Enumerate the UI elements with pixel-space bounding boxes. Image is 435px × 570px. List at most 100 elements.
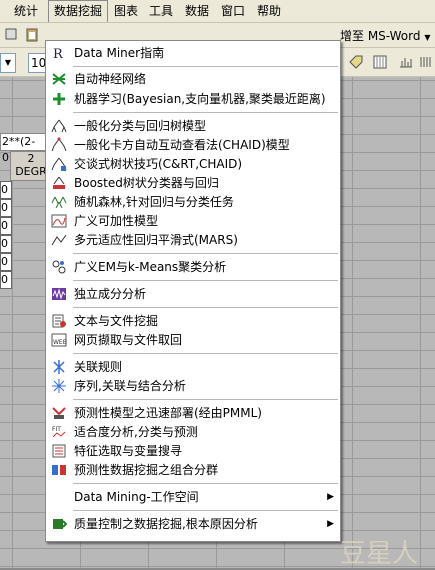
menu-item-label: 一般化卡方自动互动查看法(CHAID)模型 <box>74 138 290 152</box>
menu-item-label: Data Miner指南 <box>74 46 165 60</box>
fit-icon: FIT <box>52 426 66 438</box>
menu-separator <box>73 307 338 308</box>
menu-separator <box>73 483 338 484</box>
qc-icon <box>53 519 67 529</box>
table-row[interactable]: 0 <box>0 271 12 289</box>
menu-item-pmml[interactable]: 预测性模型之迅速部署(经由PMML) <box>46 404 340 423</box>
random-forest-icon <box>51 196 67 209</box>
chaid-icon <box>51 137 67 152</box>
ms-word-button[interactable]: 增至 MS-Word ▼ <box>340 27 430 44</box>
menu-item-random-forest[interactable]: 随机森林,针对回归与分类任务 <box>46 193 340 212</box>
menu-item-interactive-tree[interactable]: 交谈式树状技巧(C&RT,CHAID) <box>46 155 340 174</box>
menu-separator <box>73 353 338 354</box>
mars-icon <box>51 234 67 246</box>
menu-item-label: 独立成分分析 <box>74 287 147 301</box>
menu-item-label: 交谈式树状技巧(C&RT,CHAID) <box>74 157 243 171</box>
menu-separator <box>73 510 338 511</box>
feature-icon <box>52 444 66 458</box>
font-dropdown-arrow-icon[interactable]: ▼ <box>0 53 16 73</box>
chevron-down-icon: ▼ <box>424 33 431 42</box>
menu-item-label: 广义可加性模型 <box>74 214 159 228</box>
menu-tools[interactable]: 工具 <box>144 0 178 22</box>
kmeans-icon <box>52 260 66 274</box>
submenu-arrow-icon: ▶ <box>327 492 334 502</box>
menu-data-mining[interactable]: 数据挖掘 <box>48 0 109 22</box>
grid-icon[interactable] <box>370 52 390 72</box>
menu-data[interactable]: 数据 <box>180 0 214 22</box>
menu-item-label: Data Mining-工作空间 <box>74 490 199 504</box>
menu-item-web-crawling[interactable]: WEB 网页撷取与文件取回 <box>46 331 340 350</box>
menu-separator <box>73 253 338 254</box>
menu-item-ica[interactable]: 独立成分分析 <box>46 285 340 304</box>
svg-text:WEB: WEB <box>53 339 67 346</box>
menu-separator <box>73 280 338 281</box>
menu-item-label: 网页撷取与文件取回 <box>74 333 183 347</box>
menu-item-general-tree[interactable]: 一般化分类与回归树模型 <box>46 117 340 136</box>
submenu-arrow-icon: ▶ <box>327 519 334 529</box>
menu-separator <box>73 66 338 67</box>
menu-item-label: 随机森林,针对回归与分类任务 <box>74 195 234 209</box>
table-row[interactable]: 0 <box>0 235 12 253</box>
ensemble-icon <box>52 465 66 475</box>
menu-charts[interactable]: 图表 <box>109 0 143 22</box>
text-mining-icon <box>52 314 66 328</box>
ms-word-label: 增至 MS-Word <box>340 29 421 43</box>
ica-icon <box>52 288 66 300</box>
columns-icon[interactable] <box>416 52 435 72</box>
table-row[interactable]: 0 <box>0 253 12 271</box>
menu-item-chaid[interactable]: 一般化卡方自动互动查看法(CHAID)模型 <box>46 136 340 155</box>
menu-separator <box>73 112 338 113</box>
menu-item-label: 多元适应性回归平滑式(MARS) <box>74 233 238 247</box>
gam-icon <box>51 214 67 228</box>
menu-item-goodness-of-fit[interactable]: FIT 适合度分析,分类与预测 <box>46 423 340 442</box>
print-icon[interactable] <box>2 25 22 45</box>
menu-item-machine-learning[interactable]: 机器学习(Bayesian,支向量机器,聚类最近距离) <box>46 90 340 109</box>
interactive-tree-icon <box>51 157 67 171</box>
menu-item-label: 质量控制之数据挖掘,根本原因分析 <box>74 517 258 531</box>
menu-item-label: 适合度分析,分类与预测 <box>74 425 198 439</box>
svg-text:R: R <box>53 47 64 61</box>
menu-item-sequence-analysis[interactable]: 序列,关联与结合分析 <box>46 377 340 396</box>
menu-item-data-miner[interactable]: R Data Miner指南 <box>46 44 340 63</box>
menu-item-label: 预测性数据挖掘之组合分群 <box>74 463 219 477</box>
menu-item-ensemble[interactable]: 预测性数据挖掘之组合分群 <box>46 461 340 480</box>
menu-statistics[interactable]: 统计 <box>9 0 43 22</box>
menubar: 统计 数据挖掘 图表 工具 数据 窗口 帮助 <box>0 0 435 23</box>
association-icon <box>53 360 65 374</box>
boosted-tree-icon <box>53 176 65 189</box>
menu-item-label: 预测性模型之迅速部署(经由PMML) <box>74 406 262 420</box>
menu-item-text-mining[interactable]: 文本与文件挖掘 <box>46 312 340 331</box>
table-row[interactable]: 0 <box>0 199 12 217</box>
menu-item-quality-control[interactable]: 质量控制之数据挖掘,根本原因分析 ▶ <box>46 515 340 534</box>
data-miner-icon: R <box>53 47 64 61</box>
tree-icon <box>51 119 67 133</box>
menu-item-label: 序列,关联与结合分析 <box>74 379 186 393</box>
menu-item-label: 特征选取与变量搜寻 <box>74 444 183 458</box>
table-row[interactable]: 0 <box>0 181 12 199</box>
menu-help[interactable]: 帮助 <box>252 0 286 22</box>
menu-item-feature-selection[interactable]: 特征选取与变量搜寻 <box>46 442 340 461</box>
table-row[interactable]: 0 <box>0 217 12 235</box>
menu-item-boosted-trees[interactable]: Boosted树状分类器与回归 <box>46 174 340 193</box>
menu-item-label: 文本与文件挖掘 <box>74 314 159 328</box>
menu-separator <box>73 399 338 400</box>
menu-item-neural-network[interactable]: 自动神经网络 <box>46 70 340 89</box>
cell-reference[interactable]: 2**(2-0) <box>0 133 47 164</box>
menu-item-gam[interactable]: 广义可加性模型 <box>46 212 340 231</box>
tag-icon[interactable] <box>346 52 366 72</box>
menu-item-workspace[interactable]: Data Mining-工作空间 ▶ <box>46 488 340 507</box>
menu-item-label: 一般化分类与回归树模型 <box>74 119 207 133</box>
menu-item-mars[interactable]: 多元适应性回归平滑式(MARS) <box>46 231 340 250</box>
svg-text:FIT: FIT <box>52 426 61 433</box>
clipboard-icon[interactable] <box>22 25 42 45</box>
menu-item-label: 广义EM与k-Means聚类分析 <box>74 260 227 274</box>
neural-network-icon <box>52 73 66 85</box>
menu-window[interactable]: 窗口 <box>216 0 250 22</box>
menu-item-label: 自动神经网络 <box>74 72 147 86</box>
menu-item-em-kmeans[interactable]: 广义EM与k-Means聚类分析 <box>46 258 340 277</box>
menu-item-label: 关联规则 <box>74 360 123 374</box>
bars-icon[interactable] <box>396 52 416 72</box>
pmml-icon <box>52 407 66 419</box>
machine-learning-icon <box>53 93 65 105</box>
menu-item-association-rules[interactable]: 关联规则 <box>46 358 340 377</box>
